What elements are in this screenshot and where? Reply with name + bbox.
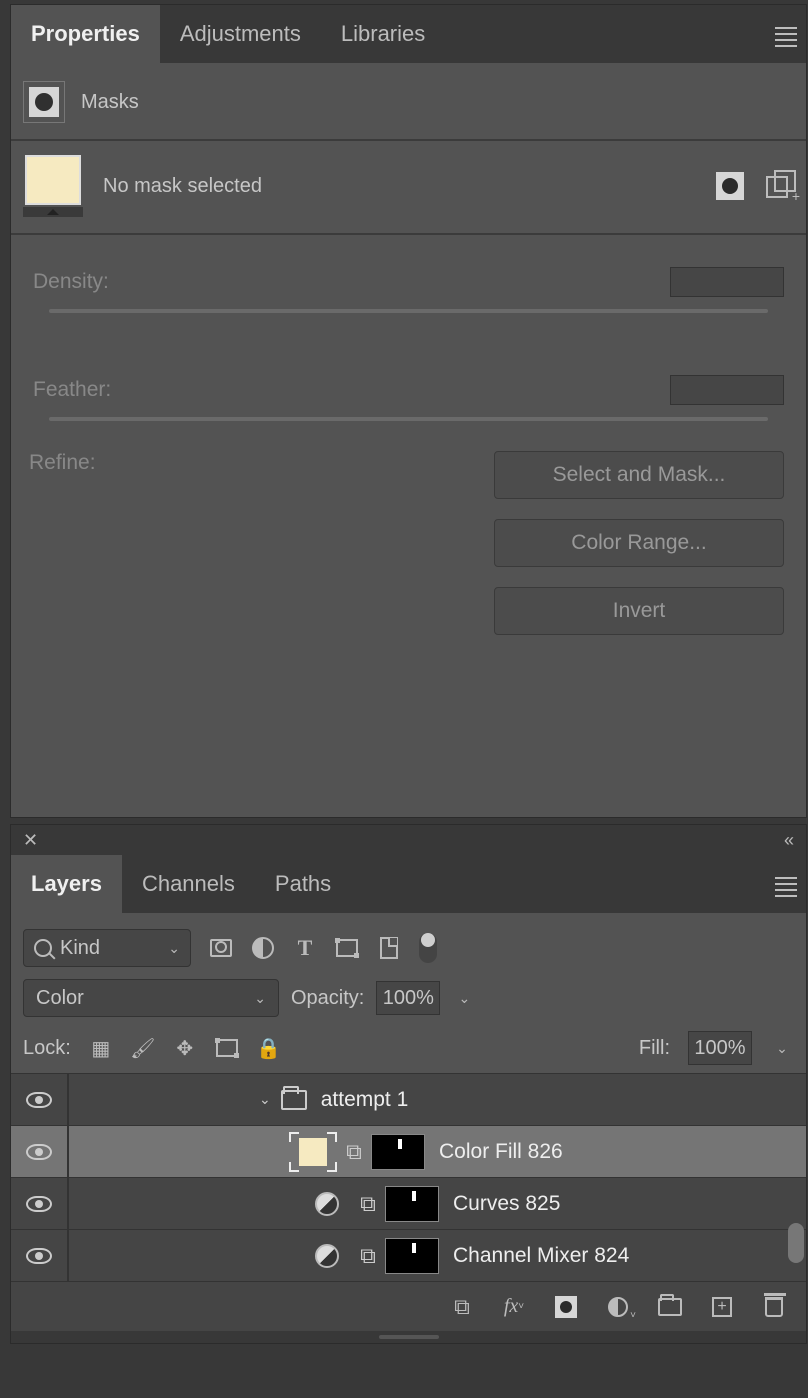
- fill-dropdown-icon[interactable]: ⌄: [770, 1031, 794, 1065]
- search-icon: [34, 939, 52, 957]
- add-vector-mask-icon[interactable]: +: [766, 172, 794, 200]
- density-label: Density:: [33, 270, 109, 294]
- fill-label: Fill:: [639, 1037, 670, 1060]
- color-range-button[interactable]: Color Range...: [494, 519, 784, 567]
- new-layer-icon[interactable]: +: [710, 1295, 734, 1319]
- close-icon[interactable]: ✕: [23, 830, 38, 851]
- layers-menu-icon[interactable]: [766, 855, 806, 913]
- filter-kind-label: Kind: [60, 937, 100, 960]
- blend-mode-value: Color: [36, 987, 84, 1010]
- opacity-label: Opacity:: [291, 987, 364, 1010]
- lock-label: Lock:: [23, 1037, 71, 1060]
- layer-name[interactable]: Channel Mixer 824: [453, 1244, 629, 1268]
- filter-pixel-icon[interactable]: [209, 936, 233, 960]
- lock-position-icon[interactable]: ✥: [173, 1036, 197, 1060]
- add-mask-icon[interactable]: [554, 1295, 578, 1319]
- tab-libraries[interactable]: Libraries: [321, 5, 445, 63]
- feather-label: Feather:: [33, 378, 111, 402]
- visibility-toggle[interactable]: [11, 1248, 67, 1264]
- layer-thumbnail[interactable]: [289, 1132, 337, 1172]
- filter-smartobject-icon[interactable]: [377, 936, 401, 960]
- adjustment-icon: [315, 1244, 339, 1268]
- chevron-down-icon: ⌄: [168, 940, 180, 957]
- adjustment-icon: [315, 1192, 339, 1216]
- layer-name[interactable]: Curves 825: [453, 1192, 560, 1216]
- layer-row-adjustment[interactable]: ⧉ Curves 825: [11, 1177, 806, 1229]
- layer-name[interactable]: attempt 1: [321, 1088, 409, 1112]
- resize-grip[interactable]: [11, 1331, 806, 1343]
- layer-row-group[interactable]: ⌄ attempt 1: [11, 1073, 806, 1125]
- lock-artboard-icon[interactable]: [215, 1036, 239, 1060]
- opacity-input[interactable]: 100%: [376, 981, 440, 1015]
- properties-menu-icon[interactable]: [766, 5, 806, 63]
- mask-link-icon[interactable]: ⧉: [359, 1247, 377, 1265]
- delete-layer-icon[interactable]: [762, 1295, 786, 1319]
- visibility-toggle[interactable]: [11, 1092, 67, 1108]
- invert-button[interactable]: Invert: [494, 587, 784, 635]
- mask-link-icon[interactable]: ⧉: [345, 1143, 363, 1161]
- mask-thumbnail[interactable]: [371, 1134, 425, 1170]
- visibility-toggle[interactable]: [11, 1196, 67, 1212]
- mask-thumbnail[interactable]: [385, 1186, 439, 1222]
- layer-color-swatch[interactable]: [23, 155, 83, 217]
- new-adjustment-icon[interactable]: ˅: [606, 1295, 630, 1319]
- feather-input[interactable]: [670, 375, 784, 405]
- opacity-dropdown-icon[interactable]: ⌄: [452, 981, 476, 1015]
- layer-row-adjustment[interactable]: ⧉ Channel Mixer 824: [11, 1229, 806, 1281]
- filter-type-icon[interactable]: T: [293, 936, 317, 960]
- refine-label: Refine:: [29, 451, 96, 635]
- fill-input[interactable]: 100%: [688, 1031, 752, 1065]
- disclosure-icon[interactable]: ⌄: [259, 1091, 271, 1108]
- add-pixel-mask-icon[interactable]: [716, 172, 744, 200]
- new-group-icon[interactable]: [658, 1295, 682, 1319]
- section-title: Masks: [81, 91, 139, 114]
- layer-name[interactable]: Color Fill 826: [439, 1140, 563, 1164]
- lock-all-icon[interactable]: 🔒: [257, 1036, 281, 1060]
- layer-fx-icon[interactable]: fx˅: [502, 1295, 526, 1319]
- tab-channels[interactable]: Channels: [122, 855, 255, 913]
- density-input[interactable]: [670, 267, 784, 297]
- masks-section-icon: [23, 81, 65, 123]
- mask-thumbnail[interactable]: [385, 1238, 439, 1274]
- lock-pixels-icon[interactable]: 🖌: [131, 1036, 155, 1060]
- blend-mode-select[interactable]: Color ⌄: [23, 979, 279, 1017]
- layer-row-fill[interactable]: ⧉ Color Fill 826: [11, 1125, 806, 1177]
- filter-toggle[interactable]: [419, 933, 437, 963]
- tab-layers[interactable]: Layers: [11, 855, 122, 913]
- tab-properties[interactable]: Properties: [11, 5, 160, 63]
- filter-shape-icon[interactable]: [335, 936, 359, 960]
- collapse-panel-icon[interactable]: «: [784, 830, 794, 851]
- filter-adjustment-icon[interactable]: [251, 936, 275, 960]
- tab-adjustments[interactable]: Adjustments: [160, 5, 321, 63]
- filter-kind-select[interactable]: Kind ⌄: [23, 929, 191, 967]
- visibility-toggle[interactable]: [11, 1144, 67, 1160]
- mask-status-text: No mask selected: [103, 175, 262, 198]
- tab-paths[interactable]: Paths: [255, 855, 351, 913]
- lock-transparency-icon[interactable]: ▦: [89, 1036, 113, 1060]
- mask-link-icon[interactable]: ⧉: [359, 1195, 377, 1213]
- scrollbar[interactable]: [788, 1223, 804, 1263]
- folder-icon: [281, 1090, 307, 1110]
- chevron-down-icon: ⌄: [254, 990, 266, 1007]
- select-and-mask-button[interactable]: Select and Mask...: [494, 451, 784, 499]
- link-layers-icon[interactable]: ⧉: [450, 1295, 474, 1319]
